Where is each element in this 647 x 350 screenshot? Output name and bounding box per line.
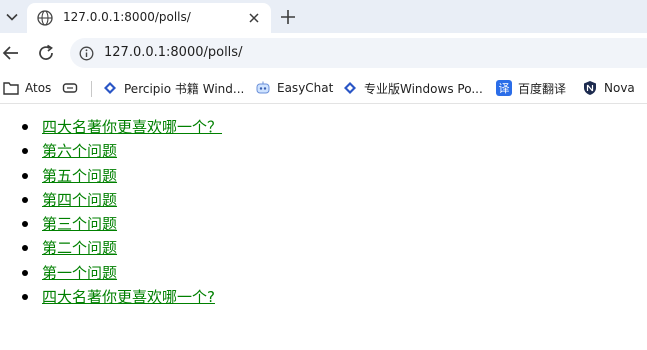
close-tab-icon[interactable] bbox=[246, 10, 262, 26]
bookmarks-bar: Atos Percipio 书籍 Wind... EasyChat 专业版Win… bbox=[0, 73, 647, 104]
bookmark-atos[interactable]: Atos bbox=[3, 79, 51, 97]
poll-link[interactable]: 第一个问题 bbox=[42, 264, 117, 282]
browser-toolbar: 127.0.0.1:8000/polls/ bbox=[0, 33, 647, 73]
globe-icon bbox=[36, 9, 54, 27]
bookmark-windows-pro[interactable]: 专业版Windows Po... bbox=[342, 79, 483, 97]
device-icon bbox=[62, 80, 78, 96]
bookmark-nova[interactable]: Nova bbox=[582, 79, 635, 97]
bookmark-easychat[interactable]: EasyChat bbox=[255, 79, 333, 97]
tab-title: 127.0.0.1:8000/polls/ bbox=[63, 9, 191, 25]
list-item: 四大名著你更喜欢哪一个？ bbox=[22, 116, 222, 140]
poll-link[interactable]: 四大名著你更喜欢哪一个？ bbox=[42, 118, 222, 136]
active-tab[interactable]: 127.0.0.1:8000/polls/ bbox=[27, 3, 271, 33]
page-content: 四大名著你更喜欢哪一个？ 第六个问题 第五个问题 第四个问题 第三个问题 第二个… bbox=[0, 104, 647, 350]
folder-icon bbox=[3, 80, 19, 96]
poll-link[interactable]: 四大名著你更喜欢哪一个? bbox=[42, 288, 215, 306]
poll-link[interactable]: 第五个问题 bbox=[42, 167, 117, 185]
list-item: 第四个问题 bbox=[22, 189, 222, 213]
list-item: 第六个问题 bbox=[22, 140, 222, 164]
poll-link[interactable]: 第二个问题 bbox=[42, 239, 117, 257]
list-item: 第一个问题 bbox=[22, 262, 222, 286]
bookmark-percipio[interactable]: Percipio 书籍 Wind... bbox=[102, 79, 244, 97]
percipio-diamond-icon bbox=[342, 80, 358, 96]
tab-strip: 127.0.0.1:8000/polls/ bbox=[0, 0, 647, 33]
address-bar[interactable]: 127.0.0.1:8000/polls/ bbox=[70, 38, 647, 68]
list-item: 四大名著你更喜欢哪一个? bbox=[22, 286, 222, 310]
translate-icon: 译 bbox=[496, 80, 512, 96]
poll-link[interactable]: 第四个问题 bbox=[42, 191, 117, 209]
address-url: 127.0.0.1:8000/polls/ bbox=[104, 45, 242, 61]
poll-list: 四大名著你更喜欢哪一个？ 第六个问题 第五个问题 第四个问题 第三个问题 第二个… bbox=[22, 116, 222, 310]
back-arrow-icon[interactable] bbox=[1, 43, 21, 63]
poll-link[interactable]: 第三个问题 bbox=[42, 215, 117, 233]
tab-search-chevron-icon[interactable] bbox=[0, 0, 24, 33]
list-item: 第三个问题 bbox=[22, 213, 222, 237]
bookmark-device[interactable] bbox=[62, 79, 84, 97]
new-tab-plus-icon[interactable] bbox=[278, 7, 298, 27]
list-item: 第五个问题 bbox=[22, 165, 222, 189]
percipio-diamond-icon bbox=[102, 80, 118, 96]
site-info-icon[interactable] bbox=[79, 46, 94, 61]
robot-icon bbox=[255, 80, 271, 96]
poll-link[interactable]: 第六个问题 bbox=[42, 142, 117, 160]
list-item: 第二个问题 bbox=[22, 237, 222, 261]
shield-icon bbox=[582, 80, 598, 96]
reload-icon[interactable] bbox=[36, 43, 56, 63]
bookmarks-divider bbox=[91, 81, 92, 97]
bookmark-baidu-translate[interactable]: 译 百度翻译 bbox=[496, 79, 566, 97]
